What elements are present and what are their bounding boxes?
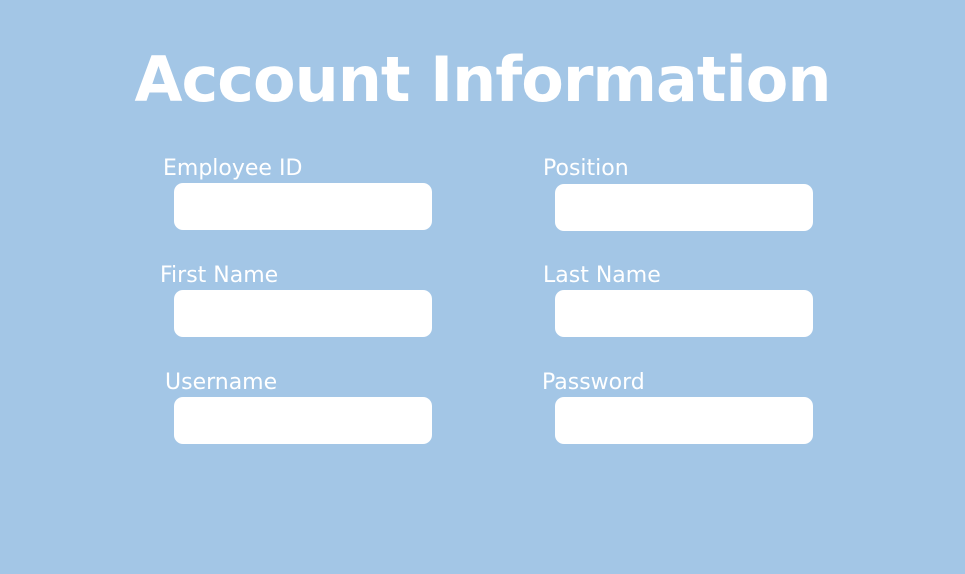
password-label: Password	[542, 370, 645, 395]
first-name-field[interactable]	[174, 290, 432, 337]
position-label: Position	[543, 156, 629, 181]
position-field[interactable]	[555, 184, 813, 231]
page-title: Account Information	[134, 43, 832, 116]
employee-id-label: Employee ID	[163, 156, 303, 181]
last-name-field[interactable]	[555, 290, 813, 337]
username-field[interactable]	[174, 397, 432, 444]
last-name-label: Last Name	[543, 263, 661, 288]
account-information-page: Account Information Employee ID First Na…	[0, 0, 965, 574]
username-label: Username	[165, 370, 278, 395]
first-name-label: First Name	[160, 263, 279, 288]
password-field[interactable]	[555, 397, 813, 444]
employee-id-field[interactable]	[174, 183, 432, 230]
